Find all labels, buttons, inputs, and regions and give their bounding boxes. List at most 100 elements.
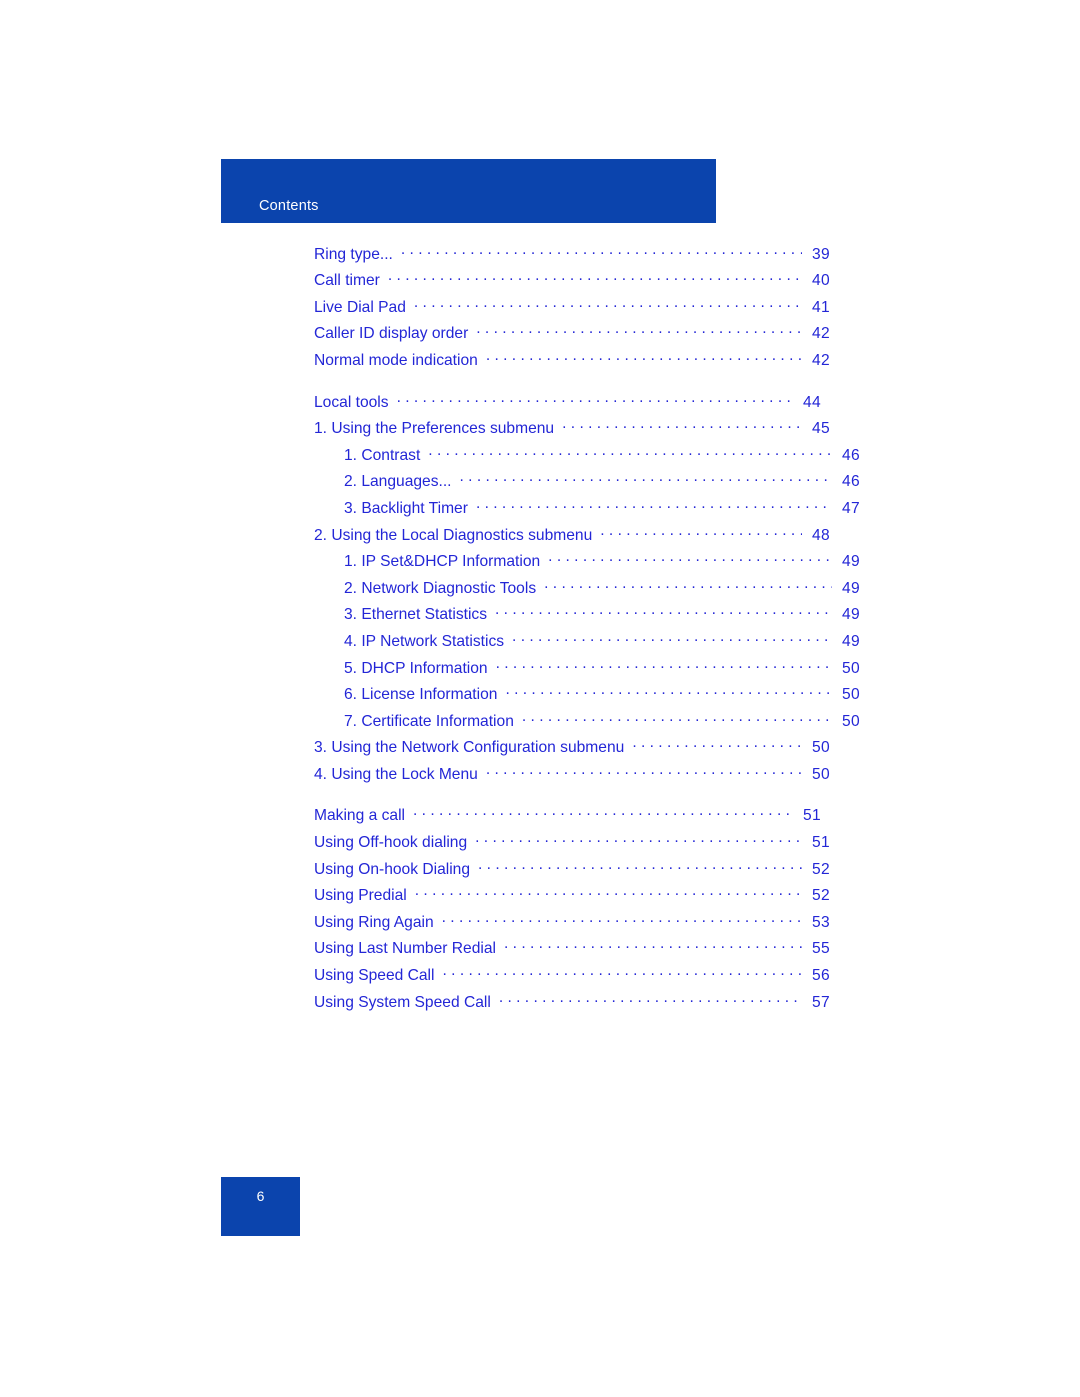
toc-entry[interactable]: Using Speed Call 56 [314, 964, 830, 991]
toc-dot-leader [475, 831, 802, 847]
toc-dot-leader [562, 418, 802, 434]
toc-entry-page-number: 49 [842, 579, 860, 597]
toc-entry-page-number: 42 [812, 325, 830, 343]
toc-dot-leader [504, 938, 802, 954]
toc-dot-leader [486, 349, 802, 365]
toc-entry-page-number: 52 [812, 887, 830, 905]
toc-entry[interactable]: 6. License Information 50 [314, 684, 860, 711]
toc-dot-leader [401, 243, 802, 259]
toc-entry-page-number: 40 [812, 272, 830, 290]
toc-entry[interactable]: 1. Contrast 46 [314, 444, 860, 471]
toc-entry[interactable]: 4. Using the Lock Menu 50 [314, 763, 830, 790]
toc-dot-leader [496, 657, 832, 673]
toc-entry[interactable]: Using On-hook Dialing 52 [314, 858, 830, 885]
toc-entry-label: Live Dial Pad [314, 298, 406, 316]
toc-entry[interactable]: 4. IP Network Statistics 49 [314, 630, 860, 657]
toc-entry[interactable]: Using Predial 52 [314, 885, 830, 912]
toc-entry-label: Caller ID display order [314, 325, 469, 343]
toc-entry-label: Call timer [314, 272, 380, 290]
toc-entry-page-number: 46 [842, 446, 860, 464]
toc-dot-leader [522, 710, 832, 726]
contents-header-banner: Contents [221, 159, 716, 223]
toc-entry-label: Local tools [314, 393, 389, 411]
toc-entry-label: 4. Using the Lock Menu [314, 765, 478, 783]
toc-entry[interactable]: Using Off-hook dialing 51 [314, 831, 830, 858]
table-of-contents: Ring type... 39 Call timer 40 Live Dial Pad 4… [314, 243, 860, 1018]
toc-dot-leader [476, 497, 832, 513]
toc-entry-label: Using Off-hook dialing [314, 834, 468, 852]
toc-entry-page-number: 55 [812, 940, 830, 958]
toc-entry-page-number: 56 [812, 967, 830, 985]
toc-entry[interactable]: Live Dial Pad 41 [314, 296, 830, 323]
toc-entry-page-number: 50 [842, 686, 860, 704]
toc-entry[interactable]: 2. Network Diagnostic Tools 49 [314, 577, 860, 604]
toc-entry[interactable]: 2. Using the Local Diagnostics submenu 48 [314, 524, 830, 551]
toc-entry[interactable]: 1. IP Set&DHCP Information 49 [314, 551, 860, 578]
toc-entry-label: Using Speed Call [314, 967, 435, 985]
toc-entry[interactable]: Making a call 51 [314, 805, 830, 832]
toc-dot-leader [632, 737, 802, 753]
toc-entry-page-number: 53 [812, 913, 830, 931]
toc-entry[interactable]: 3. Backlight Timer 47 [314, 497, 860, 524]
toc-entry[interactable]: Normal mode indication 42 [314, 349, 830, 376]
toc-entry-label: 2. Network Diagnostic Tools [344, 579, 537, 597]
toc-entry-label: 4. IP Network Statistics [344, 632, 505, 650]
toc-entry-page-number: 47 [842, 499, 860, 517]
toc-entry-page-number: 50 [842, 712, 860, 730]
toc-entry-page-number: 44 [803, 393, 821, 411]
toc-entry-label: 6. License Information [344, 686, 498, 704]
toc-entry-page-number: 50 [842, 659, 860, 677]
toc-entry-page-number: 51 [803, 807, 821, 825]
toc-entry-page-number: 46 [842, 473, 860, 491]
toc-entry-label: 2. Using the Local Diagnostics submenu [314, 526, 593, 544]
page-title: Contents [259, 198, 319, 214]
toc-dot-leader [414, 296, 802, 312]
toc-entry[interactable]: 1. Using the Preferences submenu 45 [314, 418, 830, 445]
toc-entry-page-number: 52 [812, 860, 830, 878]
toc-entry[interactable]: 5. DHCP Information 50 [314, 657, 860, 684]
toc-dot-leader [544, 577, 832, 593]
toc-dot-leader [495, 604, 832, 620]
toc-entry[interactable]: 3. Ethernet Statistics 49 [314, 604, 860, 631]
toc-entry[interactable]: Using System Speed Call 57 [314, 991, 830, 1018]
toc-entry[interactable]: Using Last Number Redial 55 [314, 938, 830, 965]
toc-dot-leader [442, 911, 802, 927]
toc-dot-leader [443, 964, 803, 980]
toc-entry[interactable]: Using Ring Again 53 [314, 911, 830, 938]
toc-entry-page-number: 45 [812, 420, 830, 438]
toc-dot-leader [505, 684, 832, 700]
toc-dot-leader [428, 444, 832, 460]
toc-entry-page-number: 57 [812, 993, 830, 1011]
toc-dot-leader [397, 391, 793, 407]
toc-entry-page-number: 50 [812, 765, 830, 783]
toc-entry-label: 1. Using the Preferences submenu [314, 420, 555, 438]
toc-entry-label: Making a call [314, 807, 406, 825]
toc-entry[interactable]: Local tools 44 [314, 391, 830, 418]
toc-dot-leader [415, 885, 802, 901]
toc-entry-page-number: 49 [842, 606, 860, 624]
toc-entry[interactable]: 7. Certificate Information 50 [314, 710, 860, 737]
toc-entry[interactable]: Caller ID display order 42 [314, 323, 830, 350]
toc-entry-page-number: 49 [842, 553, 860, 571]
toc-entry[interactable]: Call timer 40 [314, 270, 830, 297]
footer-page-box: 6 [221, 1177, 300, 1236]
toc-entry-label: Using Ring Again [314, 913, 434, 931]
toc-dot-leader [548, 551, 832, 567]
toc-entry-page-number: 39 [812, 245, 830, 263]
toc-entry-label: 3. Backlight Timer [344, 499, 468, 517]
document-page: Contents Ring type... 39 Call timer 40 Live … [0, 0, 1080, 1397]
toc-entry-page-number: 49 [842, 632, 860, 650]
toc-entry-label: 5. DHCP Information [344, 659, 488, 677]
toc-dot-leader [499, 991, 802, 1007]
toc-entry-label: 7. Certificate Information [344, 712, 514, 730]
toc-entry-page-number: 50 [812, 739, 830, 757]
toc-entry-page-number: 42 [812, 351, 830, 369]
toc-entry[interactable]: 3. Using the Network Configuration subme… [314, 737, 830, 764]
toc-dot-leader [460, 471, 832, 487]
toc-dot-leader [413, 805, 793, 821]
toc-entry[interactable]: 2. Languages... 46 [314, 471, 860, 498]
toc-entry-label: Using System Speed Call [314, 993, 491, 1011]
toc-dot-leader [388, 270, 802, 286]
toc-entry-label: Using Last Number Redial [314, 940, 497, 958]
toc-entry[interactable]: Ring type... 39 [314, 243, 830, 270]
